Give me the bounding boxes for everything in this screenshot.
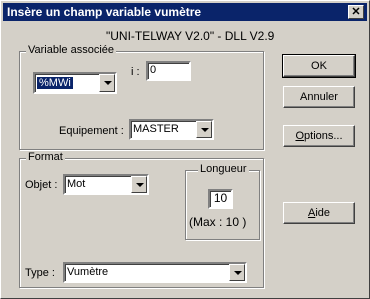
window-title: Insère un champ variable vumètre [7, 5, 202, 19]
ok-button[interactable]: OK [282, 54, 356, 78]
variable-group-legend: Variable associée [26, 44, 117, 56]
length-input[interactable]: 10 [208, 189, 233, 209]
chevron-down-icon[interactable] [99, 74, 115, 92]
type-label: Type : [25, 267, 55, 279]
cancel-button[interactable]: Annuler [283, 86, 355, 108]
object-label: Objet : [25, 179, 58, 191]
options-button-label: ptions... [304, 130, 343, 142]
object-select-value: Mot [67, 178, 86, 190]
close-button[interactable]: ✕ [348, 5, 364, 19]
type-select-value: Vumètre [67, 266, 109, 278]
dialog-window: Insère un champ variable vumètre ✕ "UNI-… [0, 0, 370, 299]
close-icon: ✕ [351, 6, 361, 18]
help-button[interactable]: Aide [283, 202, 355, 224]
chevron-down-icon[interactable] [229, 264, 245, 281]
driver-label: "UNI-TELWAY V2.0" - DLL V2.9 [106, 29, 275, 43]
max-length-text: (Max : 10 ) [189, 215, 247, 229]
options-button[interactable]: Options... [283, 125, 355, 147]
equipment-label: Equipement : [59, 125, 124, 137]
equipment-select-value: MASTER [133, 123, 179, 135]
variable-select-value: %MWi [37, 77, 73, 89]
options-button-mnemonic: O [295, 130, 305, 142]
title-bar: Insère un champ variable vumètre ✕ [3, 3, 367, 21]
length-group-legend: Longueur [198, 163, 249, 175]
index-label: i : [131, 66, 140, 78]
type-select[interactable]: Vumètre [63, 262, 247, 283]
help-button-label: ide [315, 207, 331, 219]
equipment-select[interactable]: MASTER [129, 119, 214, 140]
object-select[interactable]: Mot [63, 174, 149, 195]
format-group-legend: Format [26, 151, 65, 163]
index-input[interactable]: 0 [146, 61, 191, 81]
chevron-down-icon[interactable] [196, 121, 212, 138]
chevron-down-icon[interactable] [131, 176, 147, 193]
variable-select[interactable]: %MWi [33, 72, 117, 94]
